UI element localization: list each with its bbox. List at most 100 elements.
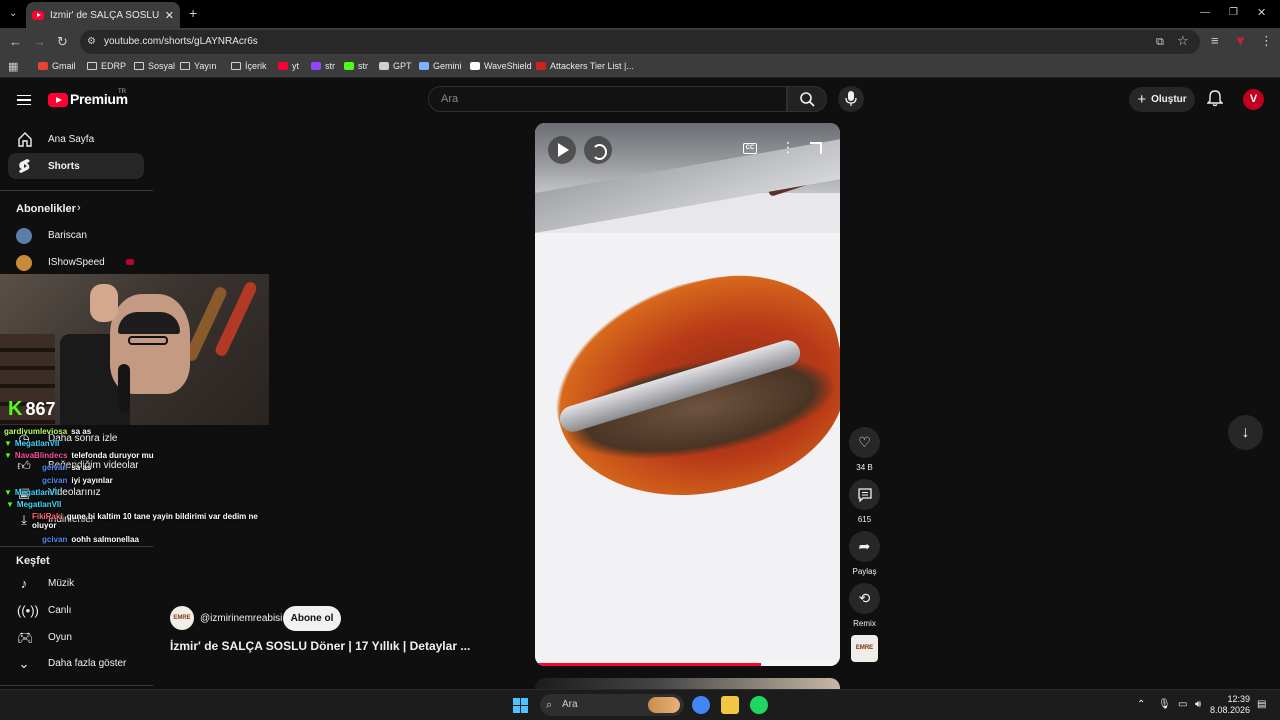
network-icon[interactable]: ▭ [1178,699,1187,710]
bookmark-4[interactable]: İçerik [231,61,267,71]
search-icon [800,92,815,107]
viewer-count-badge: K 867 [8,398,56,421]
share-button[interactable]: ➦ [849,531,880,562]
forward-icon[interactable]: → [33,35,46,49]
minimize-icon[interactable]: — [1200,6,1210,20]
bookmark-3[interactable]: Yayın [180,61,216,71]
url-field[interactable]: ⚙ youtube.com/shorts/gLAYNRAcr6s [80,30,1200,54]
youtube-logo-icon[interactable] [48,93,68,107]
microphone-icon[interactable]: 🎙︎ [1158,699,1171,710]
channel-name[interactable]: @izmirinemreabisi [200,613,282,624]
sidebar-item-music[interactable]: Müzik [48,578,74,589]
new-tab-icon[interactable]: + [189,6,197,20]
subscription-name[interactable]: IShowSpeed [48,257,105,268]
notifications-bell-icon[interactable] [1207,90,1223,107]
clock-date: 8.08.2026 [1210,705,1251,715]
tab-list-chevron-icon[interactable]: ⌄ [9,7,17,21]
bookmark-0[interactable]: Gmail [38,61,76,71]
browser-address-bar: ← → ↻ ⚙ youtube.com/shorts/gLAYNRAcr6s ⧉… [0,28,1280,56]
voice-search-button[interactable] [838,86,864,112]
bookmark-7[interactable]: str [344,61,368,71]
remix-label: Remix [853,619,876,628]
sidebar-item-home[interactable]: Ana Sayfa [8,126,144,152]
bookmark-10[interactable]: WaveShield [470,61,532,71]
kick-icon [344,62,354,70]
chat-badge-icon: ▼ [4,451,12,460]
progress-bar[interactable] [535,663,840,666]
bookmark-6[interactable]: str [311,61,335,71]
chat-message: ▼ MegatlanVII [4,439,63,448]
bookmark-8[interactable]: GPT [379,61,412,71]
audio-source-thumbnail[interactable]: EMRE [851,635,878,662]
play-button[interactable] [548,136,576,164]
more-options-icon[interactable]: ⋮ [781,140,795,154]
reload-icon[interactable]: ↻ [57,35,68,49]
remix-button[interactable]: ⟲ [849,583,880,614]
back-icon[interactable]: ← [9,35,22,49]
like-icon: ♡ [858,434,871,450]
taskbar-search-input[interactable]: ⌕ Ara [540,694,684,716]
live-indicator-icon [126,259,134,265]
shorts-video-player[interactable]: CC ⋮ [535,123,840,666]
sidebar-item-gaming[interactable]: Oyun [48,632,72,643]
volume-icon[interactable]: 🔊︎ [1195,699,1201,710]
bookmark-label: WaveShield [484,61,532,71]
spotify-icon[interactable] [750,696,768,714]
browser-menu-icon[interactable]: ⋮ [1260,34,1273,48]
browser-tab-active[interactable]: İzmir' de SALÇA SOSLU Döner | ✕ [26,2,180,28]
account-avatar[interactable]: V [1243,89,1264,110]
bookmark-2[interactable]: Sosyal [134,61,175,71]
avatar[interactable] [16,255,32,271]
reading-list-icon[interactable]: ≡ [1211,34,1219,48]
bookmark-5[interactable]: yt [278,61,299,71]
channel-avatar[interactable]: EMRE [170,606,194,630]
bookmark-star-icon[interactable]: ☆ [1177,34,1189,48]
tab-close-icon[interactable]: ✕ [165,9,174,22]
menu-icon[interactable] [17,95,31,105]
sidebar-item-live[interactable]: Canlı [48,605,71,616]
file-explorer-icon[interactable] [721,696,739,714]
video-title[interactable]: İzmir' de SALÇA SOSLU Döner | 17 Yıllık … [170,639,490,653]
search-input[interactable]: Ara [428,86,787,112]
windows-start-icon[interactable] [513,698,528,713]
notification-center-icon[interactable]: ▤ [1257,699,1266,710]
profile-icon[interactable]: ▼ [1234,34,1247,48]
fullscreen-icon[interactable] [810,142,822,154]
viewer-count: 867 [25,399,56,419]
window-close-icon[interactable]: ✕ [1257,6,1266,20]
next-video-button[interactable]: ↓ [1228,415,1263,450]
create-label: Oluştur [1151,94,1187,105]
taskbar-clock[interactable]: 12:39 8.08.2026 [1210,694,1250,716]
bookmark-label: İçerik [245,61,267,71]
avatar[interactable] [16,228,32,244]
chat-text: oohh salmonellaa [71,535,139,544]
progress-fill [535,663,761,666]
like-button[interactable]: ♡ [849,427,880,458]
sidebar-show-more[interactable]: Daha fazla göster [48,658,126,669]
bookmark-11[interactable]: Attackers Tier List |... [536,61,634,71]
apps-grid-icon[interactable]: ▦ [8,60,18,74]
folder-icon [87,62,97,70]
subscriptions-heading[interactable]: Abonelikler [16,203,76,215]
create-button[interactable]: + Oluştur [1129,87,1195,112]
bookmark-label: yt [292,61,300,71]
sidebar-item-shorts[interactable]: Shorts [8,153,144,179]
chat-badge-icon: ▼ [4,439,12,448]
search-button[interactable] [787,86,827,112]
bookmark-9[interactable]: Gemini [419,61,462,71]
subscribe-button[interactable]: Abone ol [283,606,341,631]
chat-username: MegatlanVII [14,439,60,448]
bookmark-1[interactable]: EDRP [87,61,126,71]
install-app-icon[interactable]: ⧉ [1156,35,1164,49]
subscription-name[interactable]: Bariscan [48,230,87,241]
site-info-icon[interactable]: ⚙ [87,35,96,49]
restore-icon[interactable]: ❐ [1229,6,1238,20]
search-icon: ⌕ [546,699,553,711]
volume-button[interactable] [584,136,612,164]
chrome-icon[interactable] [692,696,710,714]
captions-icon[interactable]: CC [743,143,757,154]
comments-button[interactable] [849,479,880,510]
show-hidden-icons-icon[interactable]: ⌃ [1137,699,1145,710]
chat-username: gcivan [42,476,68,485]
chevron-right-icon[interactable]: › [77,202,81,214]
